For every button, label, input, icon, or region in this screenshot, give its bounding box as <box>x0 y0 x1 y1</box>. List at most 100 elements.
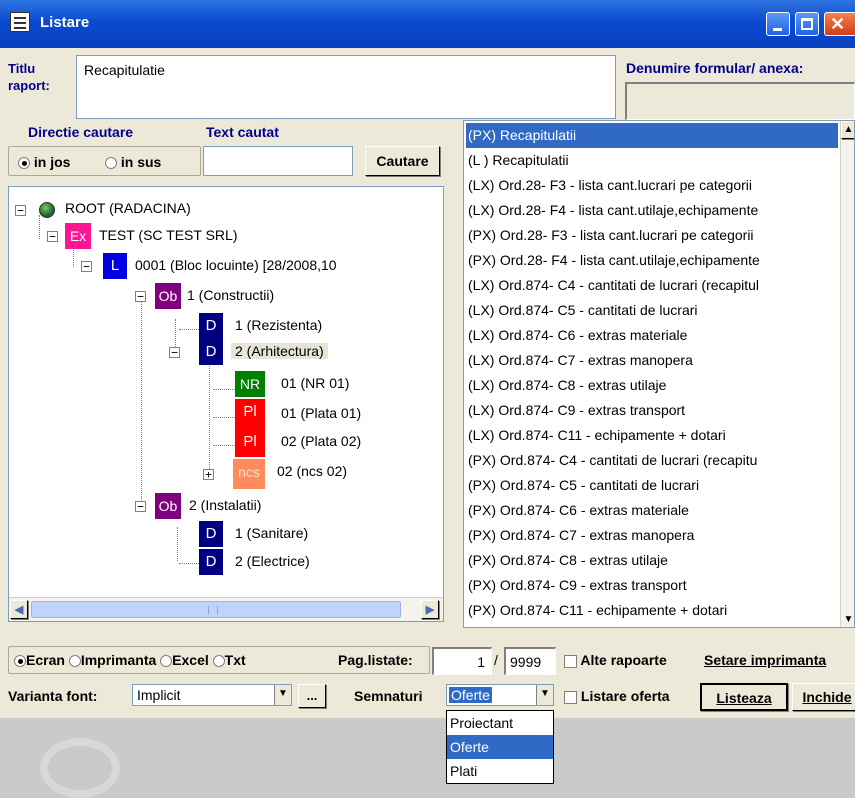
tree-l-label[interactable]: 0001 (Bloc locuinte) [28/2008,10 <box>135 257 337 273</box>
report-list-item[interactable]: (PX) Ord.874- C9 - extras transport <box>468 573 687 598</box>
tree-d4-badge: D <box>199 549 223 575</box>
title-bar[interactable]: Listare ✕ <box>0 0 855 48</box>
titlu-raport-field[interactable]: Recapitulatie <box>76 55 616 119</box>
ncs-expand-toggle[interactable]: + <box>203 469 214 480</box>
dropdown-option[interactable]: Proiectant <box>447 711 553 735</box>
maximize-button[interactable] <box>795 12 819 36</box>
scroll-right-button[interactable]: ▶ <box>421 600 439 619</box>
chevron-down-icon: ▼ <box>274 685 291 705</box>
inchide-button[interactable]: Inchide <box>792 683 855 711</box>
directie-label: Directie cautare <box>28 124 134 140</box>
root-collapse-toggle[interactable]: − <box>15 205 26 216</box>
radio-in-jos[interactable]: in jos <box>18 154 70 170</box>
tree-ob1-badge: Ob <box>155 283 181 309</box>
dropdown-option[interactable]: Plati <box>447 759 553 783</box>
report-list-item[interactable]: (PX) Ord.874- C7 - extras manopera <box>468 523 694 548</box>
denumire-field[interactable] <box>625 82 855 120</box>
ob1-collapse-toggle[interactable]: − <box>135 291 146 302</box>
report-list-item[interactable]: (LX) Ord.874- C8 - extras utilaje <box>468 373 666 398</box>
varianta-font-label: Varianta font: <box>8 688 98 704</box>
report-list-item[interactable]: (LX) Ord.28- F3 - lista cant.lucrari pe … <box>468 173 752 198</box>
tree-d3-badge: D <box>199 521 223 547</box>
tree-ob2-label[interactable]: 2 (Instalatii) <box>189 497 261 513</box>
dropdown-option[interactable]: Oferte <box>447 735 553 759</box>
cautare-button[interactable]: Cautare <box>365 146 440 176</box>
tree-nr-label[interactable]: 01 (NR 01) <box>281 375 349 391</box>
tree-d2-label[interactable]: 2 (Arhitectura) <box>231 343 328 359</box>
ob2-collapse-toggle[interactable]: − <box>135 501 146 512</box>
report-list-item[interactable]: (L ) Recapitulatii <box>468 148 569 173</box>
tree-ob1-label[interactable]: 1 (Constructii) <box>187 287 274 303</box>
semnaturi-select[interactable]: Oferte ▼ <box>446 684 554 706</box>
l-collapse-toggle[interactable]: − <box>81 261 92 272</box>
report-list-item[interactable]: (PX) Ord.28- F3 - lista cant.lucrari pe … <box>468 223 754 248</box>
pag-to-input[interactable]: 9999 <box>504 647 556 675</box>
denumire-label: Denumire formular/ anexa: <box>626 60 804 76</box>
minimize-button[interactable] <box>766 12 790 36</box>
ex-collapse-toggle[interactable]: − <box>47 231 58 242</box>
tree-pl2-label[interactable]: 02 (Plata 02) <box>281 433 361 449</box>
report-list-item[interactable]: (PX) Ord.874- C11 - echipamente + dotari <box>468 598 727 623</box>
report-list-item[interactable]: (PX) Recapitulatii <box>466 123 838 148</box>
reports-list[interactable]: (PX) Recapitulatii (L ) Recapitulatii (LX)… <box>463 120 855 628</box>
close-button[interactable]: ✕ <box>824 12 855 36</box>
report-list-item[interactable]: (PX) Ord.874- C6 - extras materiale <box>468 498 689 523</box>
project-tree[interactable]: − ROOT (RADACINA) − Ex TEST (SC TEST SRL… <box>8 186 444 622</box>
window-title: Listare <box>40 14 90 31</box>
radio-txt[interactable]: Txt <box>212 652 246 668</box>
report-list-item[interactable]: (PX) Ord.874- C4 - cantitati de lucrari … <box>468 448 757 473</box>
radio-ecran[interactable]: Ecran <box>14 652 65 668</box>
alte-rapoarte-checkbox[interactable]: Alte rapoarte <box>564 652 667 668</box>
radio-ecran-icon <box>14 655 26 668</box>
radio-excel[interactable]: Excel <box>160 652 209 668</box>
radio-in-sus-label: in sus <box>120 154 162 170</box>
radio-imprimanta-icon <box>68 655 81 668</box>
radio-imprimanta[interactable]: Imprimanta <box>68 652 156 668</box>
pag-from-input[interactable]: 1 <box>432 647 492 675</box>
report-list-item[interactable]: (LX) Ord.874- C5 - cantitati de lucrari <box>468 298 698 323</box>
radio-in-jos-label: in jos <box>33 154 71 170</box>
list-vertical-scrollbar[interactable]: ▲ ▼ <box>840 121 854 627</box>
report-list-item[interactable]: (LX) Ord.28- F4 - lista cant.utilaje,ech… <box>468 198 758 223</box>
tree-ex-label[interactable]: TEST (SC TEST SRL) <box>99 227 237 243</box>
tree-ncs-label[interactable]: 02 (ncs 02) <box>277 463 347 479</box>
titlu-label-line1: Titlu <box>8 61 36 76</box>
tree-d3-label[interactable]: 1 (Sanitare) <box>235 525 308 541</box>
tree-root-label[interactable]: ROOT (RADACINA) <box>65 200 191 216</box>
report-list-item[interactable]: (LX) Ord.874- C6 - extras materiale <box>468 323 687 348</box>
report-list-item[interactable]: (LX) Ord.874- C7 - extras manopera <box>468 348 693 373</box>
report-list-item[interactable]: (PX) Ord.874- C8 - extras utilaje <box>468 548 668 573</box>
listare-oferta-check-icon <box>564 690 577 704</box>
alte-rapoarte-check-icon <box>564 654 577 668</box>
tree-ob2-badge: Ob <box>155 493 181 519</box>
watermark-shape <box>40 738 120 798</box>
d2-collapse-toggle[interactable]: − <box>169 347 180 358</box>
tree-pl1-label[interactable]: 01 (Plata 01) <box>281 405 361 421</box>
search-input[interactable] <box>203 146 353 176</box>
report-list-item[interactable]: (LX) Ord.874- C4 - cantitati de lucrari … <box>468 273 759 298</box>
scroll-down-button[interactable]: ▼ <box>841 611 854 627</box>
pag-from-value: 1 <box>477 654 485 670</box>
tree-d1-label[interactable]: 1 (Rezistenta) <box>235 317 322 333</box>
radio-in-sus[interactable]: in sus <box>105 154 161 170</box>
tree-nr-badge: NR <box>235 371 265 397</box>
radio-txt-label: Txt <box>224 652 246 668</box>
semnaturi-value: Oferte <box>449 687 492 703</box>
report-list-item[interactable]: (PX) Ord.28- F4 - lista cant.utilaje,ech… <box>468 248 760 273</box>
scroll-left-button[interactable]: ◀ <box>10 600 28 619</box>
report-list-item[interactable]: (PX) Ord.874- C5 - cantitati de lucrari <box>468 473 699 498</box>
listare-oferta-checkbox[interactable]: Listare oferta <box>564 688 670 704</box>
report-list-item[interactable]: (LX) Ord.874- C9 - extras transport <box>468 398 685 423</box>
font-options-button[interactable]: ... <box>298 684 326 708</box>
tree-d4-label[interactable]: 2 (Electrice) <box>235 553 310 569</box>
semnaturi-dropdown[interactable]: Proiectant Oferte Plati <box>446 710 554 784</box>
setare-imprimanta-button[interactable]: Setare imprimanta <box>704 652 826 668</box>
scroll-thumb[interactable] <box>31 601 401 618</box>
tree-d2-badge: D <box>199 339 223 365</box>
scroll-up-button[interactable]: ▲ <box>841 121 854 139</box>
listeaza-button[interactable]: Listeaza <box>700 683 788 711</box>
report-list-item[interactable]: (LX) Ord.874- C11 - echipamente + dotari <box>468 423 726 448</box>
maximize-icon <box>801 18 813 30</box>
varianta-font-select[interactable]: Implicit ▼ <box>132 684 292 706</box>
tree-horizontal-scrollbar[interactable]: ◀ ▶ <box>9 597 443 621</box>
